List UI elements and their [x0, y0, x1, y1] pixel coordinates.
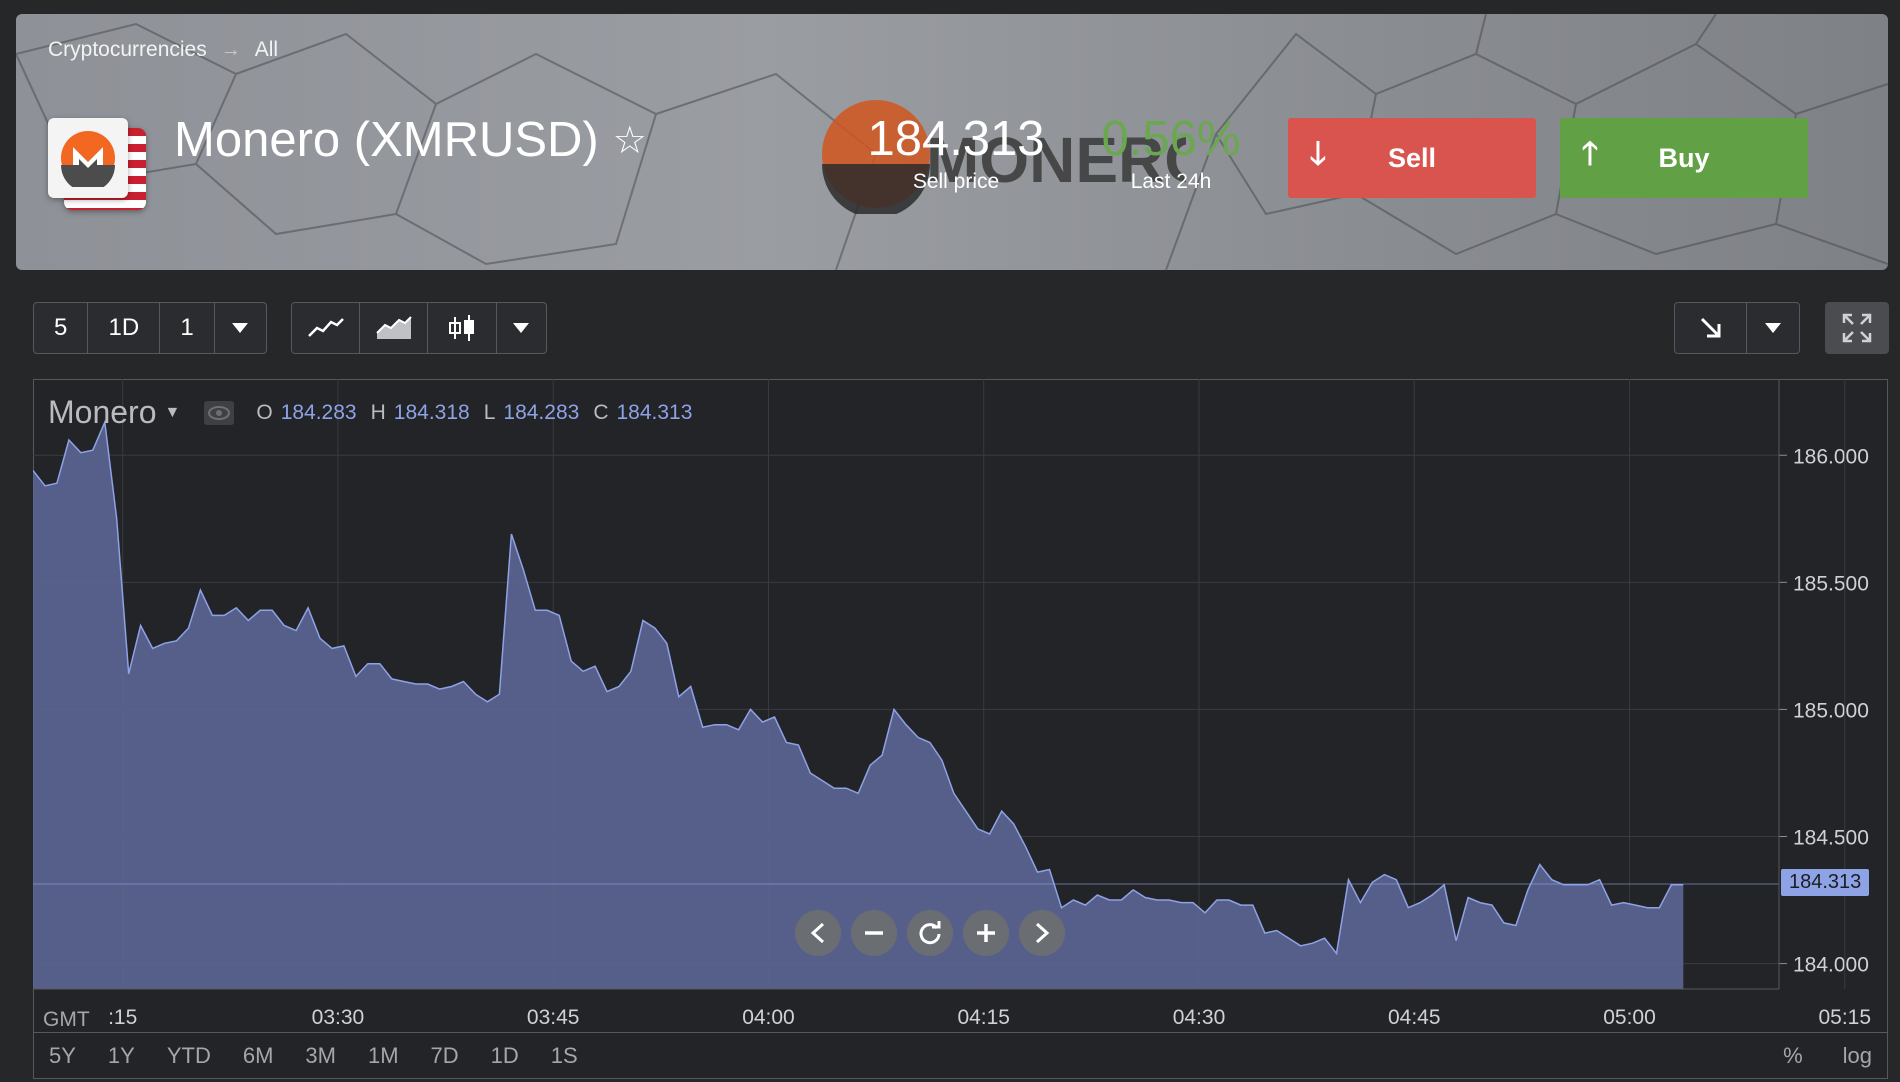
x-tick-label: :15 [108, 1006, 137, 1029]
x-tick-label: 04:45 [1388, 1006, 1441, 1029]
x-tick-label: 03:45 [527, 1006, 580, 1029]
eye-icon[interactable] [204, 400, 235, 425]
page-title: Monero (XMRUSD) [174, 113, 599, 167]
breadcrumb-cryptocurrencies[interactable]: Cryptocurrencies [48, 38, 207, 62]
caret-down-icon [232, 323, 249, 333]
timezone-label: GMT [43, 1008, 90, 1031]
arrow-down-icon: 🡓 [1309, 135, 1327, 171]
sell-price-label: Sell price [912, 170, 1000, 193]
log-scale-toggle[interactable]: log [1843, 1043, 1872, 1069]
buy-button[interactable]: 🡑 Buy [1560, 118, 1808, 198]
range-1y[interactable]: 1Y [108, 1043, 135, 1069]
drawing-dropdown[interactable] [1747, 303, 1799, 353]
chart-type-selector [291, 302, 547, 354]
range-6m[interactable]: 6M [243, 1043, 274, 1069]
fullscreen-icon [1842, 313, 1872, 343]
fullscreen-button[interactable] [1825, 302, 1889, 354]
current-price-tag: 184.313 [1781, 869, 1870, 897]
range-1s[interactable]: 1S [551, 1043, 578, 1069]
caret-down-icon [1765, 323, 1782, 333]
open-label: O [256, 400, 273, 424]
area-chart-icon[interactable] [360, 303, 429, 353]
close-label: C [593, 400, 609, 424]
change-value: 0.56% [1101, 112, 1241, 166]
trend-arrow-icon[interactable] [1675, 303, 1748, 353]
y-tick-label: 184.500 [1793, 827, 1869, 850]
y-tick-label: 184.000 [1793, 954, 1869, 977]
x-tick-label: 05:00 [1603, 1006, 1656, 1029]
sell-button[interactable]: 🡓 Sell [1288, 118, 1536, 198]
range-bar: 5Y 1Y YTD 6M 3M 1M 7D 1D 1S % log [33, 1032, 1888, 1079]
plus-icon[interactable] [963, 910, 1009, 956]
instrument-header: Cryptocurrencies → All Monero (XMRUSD) ☆… [16, 14, 1888, 270]
sell-button-label: Sell [1387, 142, 1437, 173]
y-tick-label: 186.000 [1793, 445, 1869, 468]
chevron-right-icon[interactable] [1019, 910, 1065, 956]
range-1m[interactable]: 1M [368, 1043, 399, 1069]
sell-price-block: 184.313 Sell price [806, 112, 1106, 194]
price-area [33, 422, 1684, 989]
series-name[interactable]: Monero [48, 394, 157, 431]
buy-button-label: Buy [1658, 142, 1710, 173]
line-chart-icon[interactable] [292, 303, 361, 353]
caret-down-icon[interactable]: ▼ [165, 404, 181, 422]
zoom-controls [795, 910, 1065, 956]
y-tick-label: 185.500 [1793, 572, 1869, 595]
minus-icon[interactable] [851, 910, 897, 956]
candlestick-icon[interactable] [428, 303, 497, 353]
high-label: H [370, 400, 386, 424]
chevron-left-icon[interactable] [795, 910, 841, 956]
y-tick-label: 185.000 [1793, 699, 1869, 722]
interval-selector: 5 1D 1 [33, 302, 267, 354]
reset-icon[interactable] [907, 910, 953, 956]
open-value: 184.283 [280, 400, 357, 424]
range-5y[interactable]: 5Y [49, 1043, 76, 1069]
star-outline-icon[interactable]: ☆ [613, 118, 647, 163]
range-7d[interactable]: 7D [431, 1043, 459, 1069]
x-tick-label: 04:30 [1173, 1006, 1226, 1029]
x-tick-label: 04:15 [957, 1006, 1010, 1029]
x-tick-label: 03:30 [312, 1006, 365, 1029]
interval-count[interactable]: 5 [34, 303, 89, 353]
interval-unit[interactable]: 1 [160, 303, 215, 353]
drawing-tools [1674, 302, 1800, 354]
range-3m[interactable]: 3M [305, 1043, 336, 1069]
range-ytd[interactable]: YTD [167, 1043, 211, 1069]
chart-type-dropdown[interactable] [497, 303, 546, 353]
instrument-title-row: Monero (XMRUSD) ☆ [174, 112, 647, 168]
interval-dropdown[interactable] [215, 303, 266, 353]
monero-logo-icon [48, 118, 128, 198]
percent-scale-toggle[interactable]: % [1783, 1043, 1803, 1069]
breadcrumb-all[interactable]: All [255, 38, 278, 62]
low-value: 184.283 [503, 400, 580, 424]
chart-legend: Monero ▼ O 184.283 H 184.318 L 184.283 C… [48, 394, 706, 431]
high-value: 184.318 [393, 400, 470, 424]
arrow-up-icon: 🡑 [1581, 135, 1599, 171]
range-1d[interactable]: 1D [491, 1043, 519, 1069]
change-block: 0.56% Last 24h [1071, 112, 1271, 194]
change-label: Last 24h [1130, 170, 1212, 193]
sell-price-value: 184.313 [867, 112, 1045, 166]
breadcrumb: Cryptocurrencies → All [48, 38, 278, 62]
instrument-logo [48, 118, 148, 218]
caret-down-icon [513, 323, 530, 333]
x-tick-label: 04:00 [742, 1006, 795, 1029]
close-value: 184.313 [616, 400, 693, 424]
breadcrumb-arrow-icon: → [220, 38, 241, 61]
low-label: L [483, 400, 496, 424]
x-tick-label: 05:15 [1818, 1006, 1871, 1029]
interval-period[interactable]: 1D [88, 303, 161, 353]
